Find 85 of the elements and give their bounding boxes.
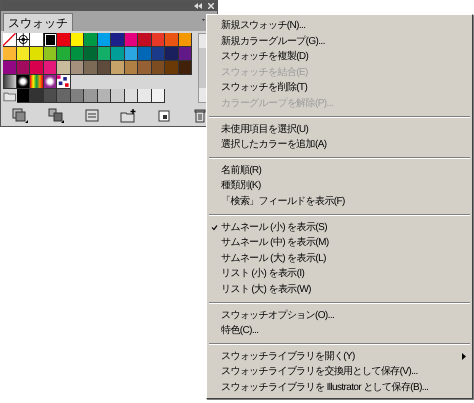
menu-item[interactable]: スウォッチを複製(D): [207, 49, 472, 65]
menu-item[interactable]: 新規カラーグループ(G)...: [207, 34, 472, 50]
menu-item[interactable]: サムネール (大) を表示(L): [207, 250, 472, 266]
registration-swatch[interactable]: [16, 33, 30, 47]
color-swatch[interactable]: [70, 89, 84, 103]
gradient-swatch[interactable]: [16, 75, 30, 89]
pattern-swatch[interactable]: [57, 75, 70, 89]
color-swatch[interactable]: [30, 61, 44, 75]
check-icon: [211, 224, 218, 231]
menu-item[interactable]: スウォッチライブラリを交換用として保存(V)...: [207, 364, 472, 380]
color-swatch[interactable]: [152, 61, 165, 75]
none-swatch[interactable]: [3, 33, 16, 47]
color-swatch[interactable]: [138, 33, 152, 47]
color-swatch[interactable]: [111, 47, 124, 61]
color-swatch[interactable]: [165, 61, 178, 75]
color-swatch[interactable]: [84, 89, 98, 103]
collapse-icon[interactable]: [194, 3, 202, 9]
color-swatch[interactable]: [16, 89, 30, 103]
color-swatch[interactable]: [124, 89, 138, 103]
menu-item[interactable]: スウォッチオプション(O)...: [207, 308, 472, 324]
color-swatch[interactable]: [70, 33, 84, 47]
color-swatch[interactable]: [152, 47, 165, 61]
color-swatch[interactable]: [111, 61, 124, 75]
gradient-swatch[interactable]: [30, 75, 44, 89]
color-swatch[interactable]: [30, 89, 44, 103]
color-swatch[interactable]: [16, 47, 30, 61]
color-swatch[interactable]: [138, 89, 152, 103]
color-swatch[interactable]: [98, 33, 111, 47]
color-swatch[interactable]: [84, 61, 98, 75]
menu-item[interactable]: スウォッチを削除(T): [207, 80, 472, 96]
color-swatch[interactable]: [152, 89, 165, 103]
color-swatch[interactable]: [3, 47, 16, 61]
menu-item[interactable]: サムネール (小) を表示(S): [207, 220, 472, 236]
panel-tab[interactable]: スウォッチ: [3, 13, 73, 31]
color-swatch[interactable]: [165, 47, 178, 61]
color-swatch[interactable]: [98, 47, 111, 61]
menu-item[interactable]: 新規スウォッチ(N)...: [207, 18, 472, 34]
menu-item[interactable]: サムネール (中) を表示(M): [207, 235, 472, 251]
color-swatch[interactable]: [57, 89, 70, 103]
color-swatch[interactable]: [178, 61, 192, 75]
color-swatch[interactable]: [57, 61, 70, 75]
color-swatch[interactable]: [124, 61, 138, 75]
color-swatch[interactable]: [111, 33, 124, 47]
menu-item[interactable]: 選択したカラーを追加(A): [207, 137, 472, 153]
color-swatch[interactable]: [57, 33, 70, 47]
swatch-options-icon[interactable]: [82, 106, 100, 124]
menu-item[interactable]: 名前順(R): [207, 162, 472, 178]
menu-item[interactable]: 未使用項目を選択(U): [207, 122, 472, 138]
menu-item[interactable]: リスト (大) を表示(W): [207, 282, 472, 298]
color-swatch[interactable]: [16, 61, 30, 75]
color-swatch[interactable]: [165, 33, 178, 47]
menu-item[interactable]: スウォッチライブラリを Illustrator として保存(B)...: [207, 380, 472, 396]
color-swatch[interactable]: [84, 47, 98, 61]
color-swatch[interactable]: [70, 47, 84, 61]
menu-item[interactable]: 特色(C)...: [207, 323, 472, 339]
color-swatch[interactable]: [98, 61, 111, 75]
menu-item[interactable]: リスト (小) を表示(I): [207, 266, 472, 282]
color-swatch[interactable]: [57, 47, 70, 61]
close-icon[interactable]: [208, 3, 214, 9]
gradient-swatch[interactable]: [44, 75, 57, 89]
color-swatch[interactable]: [152, 33, 165, 47]
color-swatch[interactable]: [178, 47, 192, 61]
color-swatch[interactable]: [44, 61, 57, 75]
color-swatch[interactable]: [138, 61, 152, 75]
color-swatch[interactable]: [84, 33, 98, 47]
menu-item[interactable]: スウォッチライブラリを開く(Y): [207, 348, 472, 364]
color-swatch[interactable]: [138, 47, 152, 61]
color-swatch[interactable]: [30, 47, 44, 61]
gradient-swatch[interactable]: [3, 75, 16, 89]
color-swatch[interactable]: [111, 89, 124, 103]
color-swatch[interactable]: [124, 33, 138, 47]
color-swatch[interactable]: [30, 33, 44, 47]
swatch-kinds-icon[interactable]: [46, 106, 64, 124]
library-menu-icon[interactable]: [10, 106, 28, 124]
color-swatch[interactable]: [98, 89, 111, 103]
color-swatch[interactable]: [124, 47, 138, 61]
color-swatch[interactable]: [178, 33, 192, 47]
color-swatch[interactable]: [70, 61, 84, 75]
menu-item[interactable]: 種類別(K): [207, 178, 472, 194]
color-swatch[interactable]: [3, 61, 16, 75]
color-swatch[interactable]: [44, 33, 57, 47]
color-swatch[interactable]: [44, 89, 57, 103]
new-folder-icon[interactable]: [118, 106, 136, 124]
menu-item[interactable]: 「検索」フィールドを表示(F): [207, 194, 472, 210]
color-swatch[interactable]: [44, 47, 57, 61]
